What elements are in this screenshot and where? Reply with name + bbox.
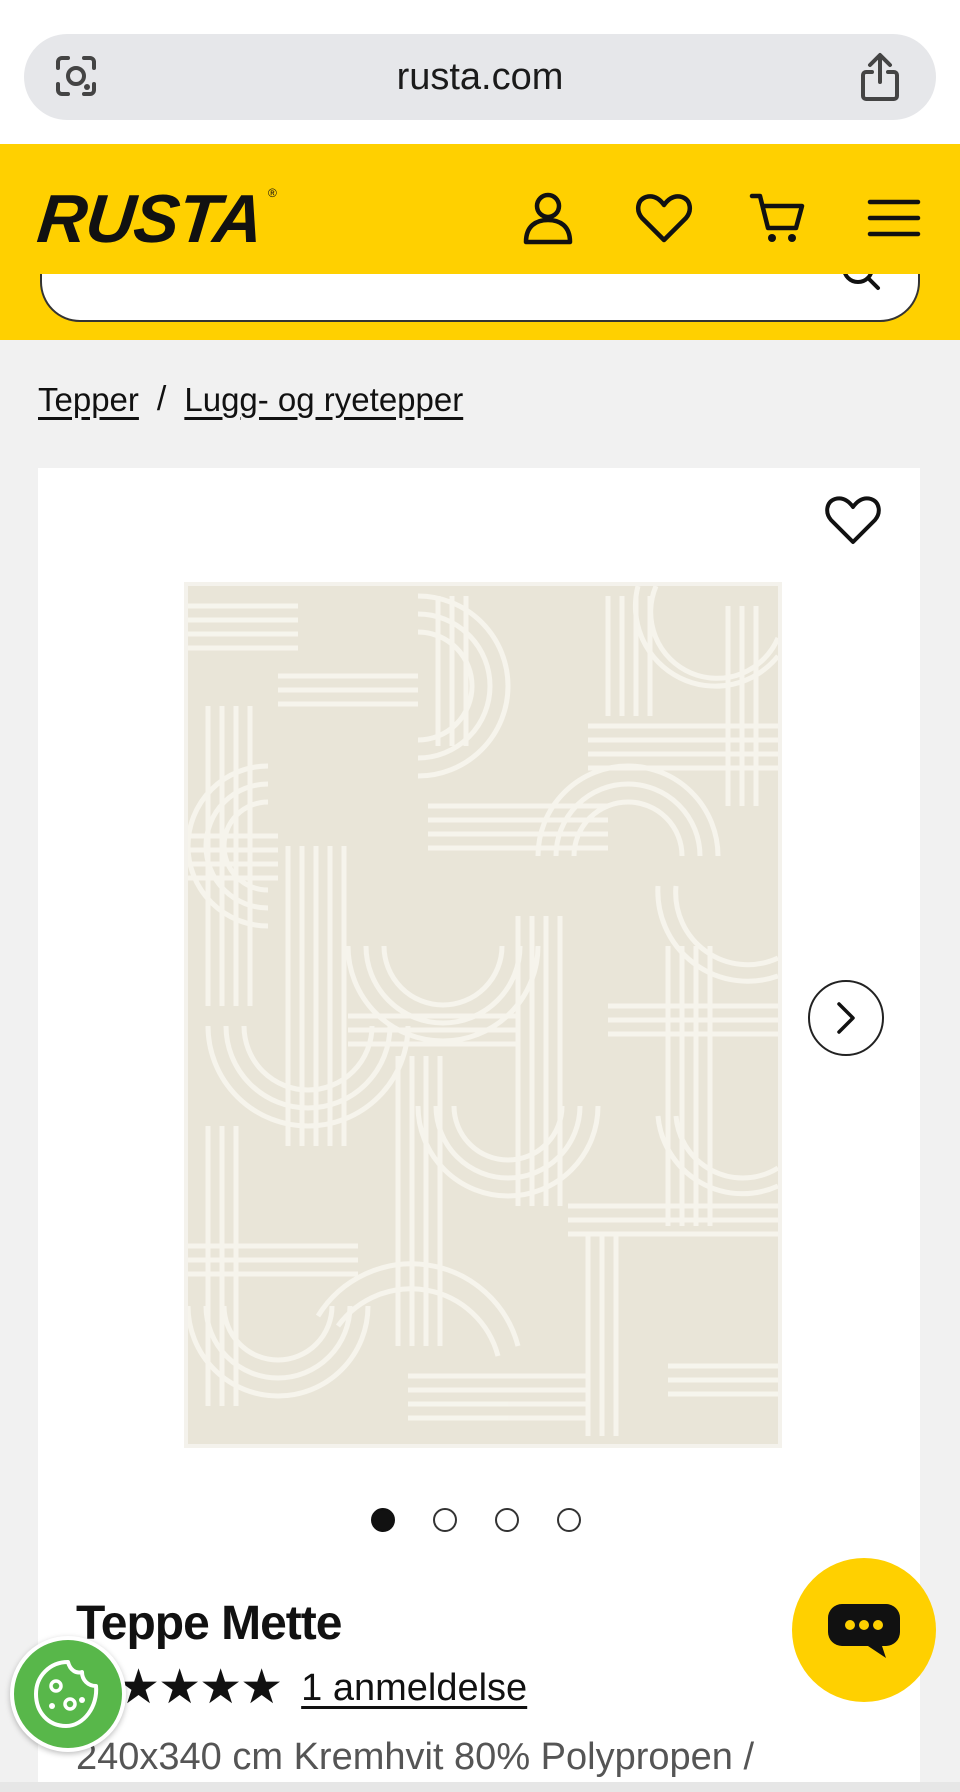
breadcrumb-separator: / [156, 380, 167, 418]
cookie-icon [34, 1660, 99, 1728]
site-header: RUSTA ® [0, 144, 960, 340]
heart-icon[interactable] [634, 188, 694, 248]
gallery-dot-3[interactable] [495, 1508, 519, 1532]
product-card: Teppe Mette ★★★★★ 1 anmeldelse 240x340 c… [38, 468, 920, 1792]
search-icon[interactable] [842, 274, 882, 294]
lens-icon[interactable] [52, 52, 100, 100]
url-text[interactable]: rusta.com [24, 34, 936, 120]
url-bar[interactable]: rusta.com [24, 34, 936, 120]
cookie-settings-button[interactable] [10, 1636, 126, 1752]
reviews-link[interactable]: 1 anmeldelse [301, 1667, 527, 1710]
product-image[interactable] [188, 586, 778, 1444]
browser-bar: rusta.com [0, 0, 960, 144]
gallery-dot-1[interactable] [371, 1508, 395, 1532]
breadcrumb-item-lugg-og-ryetepper[interactable]: Lugg- og ryetepper [184, 381, 463, 419]
chat-button[interactable] [792, 1558, 936, 1702]
search-input[interactable] [40, 274, 920, 322]
chat-bubble-icon [828, 1604, 900, 1658]
gallery-dot-4[interactable] [557, 1508, 581, 1532]
product-title: Teppe Mette [76, 1597, 342, 1650]
share-icon[interactable] [856, 52, 904, 102]
gallery-dot-2[interactable] [433, 1508, 457, 1532]
next-image-button[interactable] [808, 980, 884, 1056]
account-icon[interactable] [518, 188, 578, 248]
menu-icon[interactable] [864, 188, 924, 248]
chevron-right-icon [837, 1002, 855, 1034]
breadcrumb-item-tepper[interactable]: Tepper [38, 381, 139, 419]
product-description: 240x340 cm Kremhvit 80% Polypropen / [76, 1736, 755, 1778]
wishlist-heart-icon[interactable] [824, 492, 882, 546]
gallery-pagination [38, 1508, 920, 1532]
rusta-logo[interactable]: RUSTA [34, 180, 266, 258]
rug-pattern [188, 586, 778, 1444]
cart-icon[interactable] [748, 188, 808, 248]
bottom-divider [0, 1782, 960, 1792]
logo-registered-mark: ® [268, 186, 277, 200]
breadcrumb: Tepper / Lugg- og ryetepper [38, 380, 463, 419]
rating-row: ★★★★★ 1 anmeldelse [76, 1664, 527, 1712]
